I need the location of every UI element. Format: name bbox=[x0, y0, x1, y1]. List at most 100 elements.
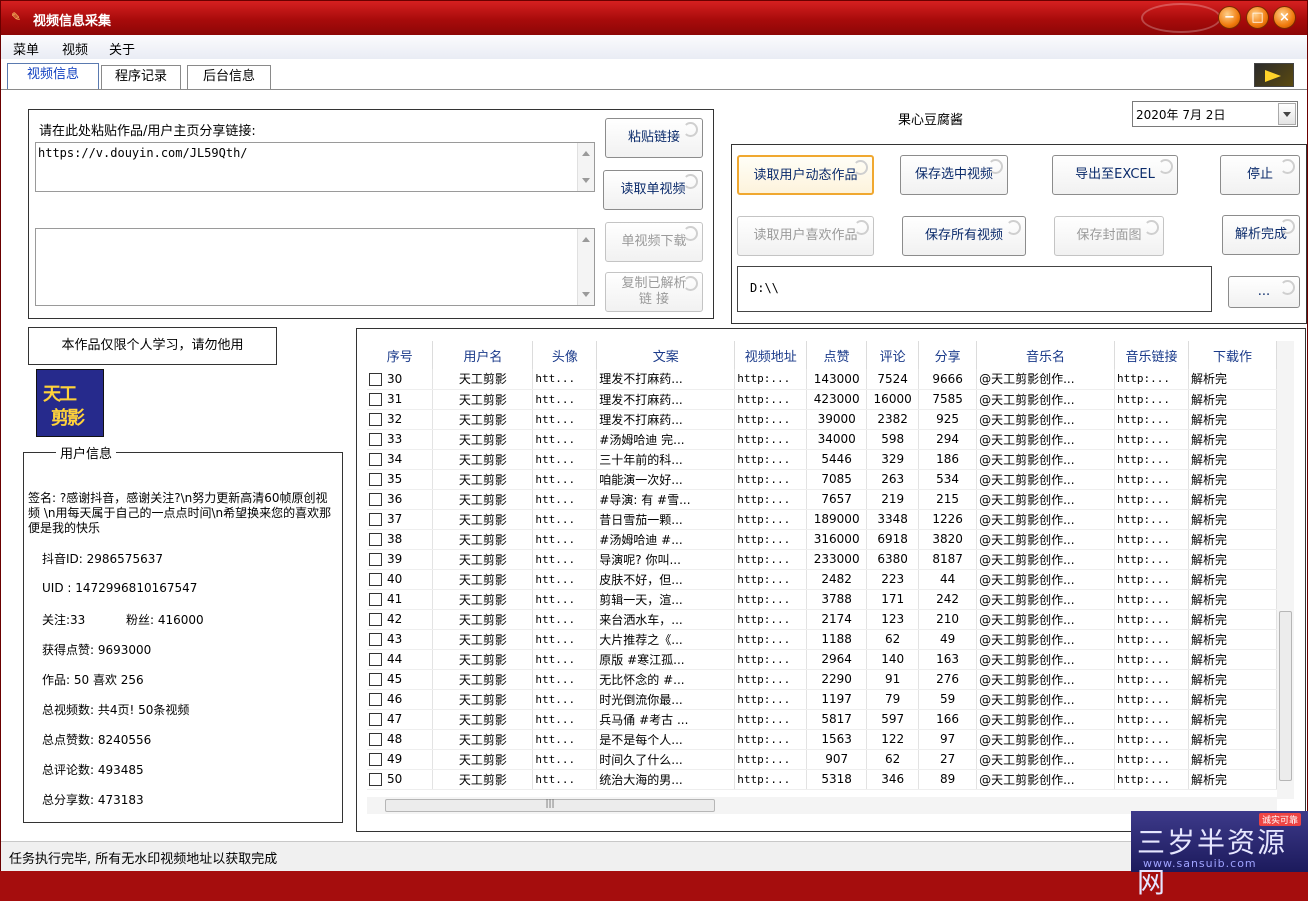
grid-header-cell[interactable]: 头像 bbox=[532, 341, 598, 369]
grid-header-cell[interactable]: 点赞 bbox=[806, 341, 868, 369]
table-cell: 统治大海的男... bbox=[596, 769, 736, 790]
table-row[interactable]: 37 天工剪影 htt... 昔日雪茄一颗... http:... 189000 3348 1… bbox=[367, 509, 1277, 530]
grid-header-cell[interactable]: 评论 bbox=[866, 341, 920, 369]
table-row[interactable]: 34 天工剪影 htt... 三十年前的科... http:... 5446 329 186 @… bbox=[367, 449, 1277, 470]
row-checkbox[interactable] bbox=[369, 473, 382, 486]
row-checkbox[interactable] bbox=[369, 493, 382, 506]
row-checkbox[interactable] bbox=[369, 533, 382, 546]
grid-header-cell[interactable]: 音乐名 bbox=[976, 341, 1116, 369]
grid-vscroll-thumb[interactable] bbox=[1279, 611, 1292, 781]
table-row[interactable]: 35 天工剪影 htt... 咱能演一次好... http:... 7085 263 534 @… bbox=[367, 469, 1277, 490]
row-checkbox[interactable] bbox=[369, 673, 382, 686]
link-textarea[interactable]: https://v.douyin.com/JL59Qth/ bbox=[35, 142, 595, 192]
table-cell: 天工剪影 bbox=[432, 569, 534, 590]
menu-item-about[interactable]: 关于 bbox=[109, 39, 135, 58]
menu-item-video[interactable]: 视频 bbox=[62, 39, 88, 58]
row-checkbox[interactable] bbox=[369, 372, 382, 386]
save-path-field[interactable]: D:\\ bbox=[737, 266, 1212, 312]
close-button[interactable]: × bbox=[1273, 6, 1296, 29]
table-row[interactable]: 32 天工剪影 htt... 理发不打麻药... http:... 39000 2382 92… bbox=[367, 409, 1277, 430]
minimize-button[interactable]: − bbox=[1218, 6, 1241, 29]
row-checkbox[interactable] bbox=[369, 453, 382, 466]
table-row[interactable]: 30 天工剪影 htt... 理发不打麻药... http:... 143000 7524 9… bbox=[367, 369, 1277, 390]
table-cell: 解析完 bbox=[1188, 529, 1277, 550]
row-checkbox[interactable] bbox=[369, 433, 382, 446]
tab-backend-info[interactable]: 后台信息 bbox=[187, 65, 271, 89]
save-all-videos-button[interactable]: 保存所有视频 bbox=[902, 216, 1026, 256]
row-checkbox[interactable] bbox=[369, 613, 382, 626]
date-dropdown-icon[interactable] bbox=[1278, 103, 1296, 125]
row-checkbox[interactable] bbox=[369, 693, 382, 706]
row-checkbox[interactable] bbox=[369, 513, 382, 526]
table-cell: #汤姆哈迪 #... bbox=[596, 529, 736, 550]
grid-header-cell[interactable]: 视频地址 bbox=[734, 341, 808, 369]
row-checkbox[interactable] bbox=[369, 573, 382, 586]
grid-header-cell[interactable]: 下载作 bbox=[1188, 341, 1277, 369]
table-row[interactable]: 39 天工剪影 htt... 导演呢? 你叫... http:... 233000 6380… bbox=[367, 549, 1277, 570]
row-checkbox[interactable] bbox=[369, 633, 382, 646]
row-checkbox[interactable] bbox=[369, 733, 382, 746]
row-index: 48 bbox=[387, 732, 403, 746]
table-row[interactable]: 43 天工剪影 htt... 大片推荐之《... http:... 1188 62 49 @天工… bbox=[367, 629, 1277, 650]
grid-header-cell[interactable]: 分享 bbox=[918, 341, 978, 369]
export-excel-button[interactable]: 导出至EXCEL bbox=[1052, 155, 1178, 195]
table-cell: @天工剪影创作... bbox=[976, 549, 1116, 570]
stop-button[interactable]: 停止 bbox=[1220, 155, 1300, 195]
paste-link-button[interactable]: 粘贴链接 bbox=[605, 118, 703, 158]
table-cell: http:... bbox=[1114, 549, 1189, 570]
grid-header-cell[interactable]: 用户名 bbox=[432, 341, 534, 369]
table-row[interactable]: 40 天工剪影 htt... 皮肤不好，但... http:... 2482 223 44 @天… bbox=[367, 569, 1277, 590]
save-selected-videos-button[interactable]: 保存选中视频 bbox=[900, 155, 1008, 195]
parsed-output-textarea[interactable] bbox=[35, 228, 595, 306]
table-row[interactable]: 36 天工剪影 htt... #导演: 有 #雪... http:... 7657 219 2… bbox=[367, 489, 1277, 510]
row-checkbox[interactable] bbox=[369, 773, 382, 786]
table-row[interactable]: 46 天工剪影 htt... 时光倒流你最... http:... 1197 79 59 @天工… bbox=[367, 689, 1277, 710]
copy-parsed-link-button[interactable]: 复制已解析 链 接 bbox=[605, 272, 703, 312]
table-row[interactable]: 33 天工剪影 htt... #汤姆哈迪 完... http:... 34000 598 29… bbox=[367, 429, 1277, 450]
tab-program-log[interactable]: 程序记录 bbox=[101, 65, 181, 89]
table-cell: 理发不打麻药... bbox=[596, 409, 736, 430]
table-row[interactable]: 45 天工剪影 htt... 无比怀念的 #... http:... 2290 91 276 @… bbox=[367, 669, 1277, 690]
table-row[interactable]: 48 天工剪影 htt... 是不是每个人... http:... 1563 122 97 @天… bbox=[367, 729, 1277, 750]
parse-done-button[interactable]: 解析完成 bbox=[1222, 215, 1300, 255]
read-user-posts-button[interactable]: 读取用户动态作品 bbox=[737, 155, 874, 195]
row-checkbox[interactable] bbox=[369, 713, 382, 726]
date-picker[interactable]: 2020年 7月 2日 bbox=[1132, 101, 1298, 127]
maximize-button[interactable]: □ bbox=[1246, 6, 1269, 29]
grid-header-cell[interactable]: 音乐链接 bbox=[1114, 341, 1189, 369]
table-row[interactable]: 38 天工剪影 htt... #汤姆哈迪 #... http:... 316000 6918… bbox=[367, 529, 1277, 550]
row-checkbox[interactable] bbox=[369, 593, 382, 606]
grid-header-cell[interactable]: 文案 bbox=[596, 341, 736, 369]
table-row[interactable]: 50 天工剪影 htt... 统治大海的男... http:... 5318 346 89 @天… bbox=[367, 769, 1277, 790]
grid-hscroll-thumb[interactable]: ||| bbox=[385, 799, 715, 812]
table-row[interactable]: 44 天工剪影 htt... 原版 #寒江孤... http:... 2964 140 163… bbox=[367, 649, 1277, 670]
table-row[interactable]: 31 天工剪影 htt... 理发不打麻药... http:... 423000 16000… bbox=[367, 389, 1277, 410]
table-cell: 解析完 bbox=[1188, 609, 1277, 630]
grid-header-cell[interactable]: 序号 bbox=[367, 341, 434, 369]
row-checkbox[interactable] bbox=[369, 553, 382, 566]
table-row[interactable]: 49 天工剪影 htt... 时间久了什么... http:... 907 62 27 @天工剪… bbox=[367, 749, 1277, 770]
save-cover-button[interactable]: 保存封面图 bbox=[1054, 216, 1164, 256]
table-row[interactable]: 42 天工剪影 htt... 来台洒水车，... http:... 2174 123 210 @… bbox=[367, 609, 1277, 630]
read-single-video-button[interactable]: 读取单视频 bbox=[603, 170, 703, 210]
read-user-likes-button[interactable]: 读取用户喜欢作品 bbox=[737, 216, 874, 256]
browse-button[interactable]: ... bbox=[1228, 276, 1300, 308]
row-checkbox[interactable] bbox=[369, 393, 382, 406]
video-grid[interactable]: 序号 用户名 头像 文案 视频地址 点赞 评论 分享 音乐名 音乐链接 下载作 30 天工剪影 htt.… bbox=[367, 341, 1277, 797]
link-textarea-scrollbar[interactable] bbox=[577, 143, 594, 191]
row-checkbox[interactable] bbox=[369, 413, 382, 426]
table-cell: http:... bbox=[1114, 669, 1189, 690]
grid-vertical-scrollbar[interactable] bbox=[1277, 341, 1294, 799]
grid-header-row: 序号 用户名 头像 文案 视频地址 点赞 评论 分享 音乐名 音乐链接 下载作 bbox=[367, 341, 1277, 369]
table-cell: http:... bbox=[1114, 689, 1189, 710]
table-row[interactable]: 47 天工剪影 htt... 兵马俑 #考古 ... http:... 5817 597 16… bbox=[367, 709, 1277, 730]
title-bar[interactable]: ✎ 视频信息采集 − □ × bbox=[1, 1, 1307, 35]
menu-item-menu[interactable]: 菜单 bbox=[13, 39, 39, 58]
output-textarea-scrollbar[interactable] bbox=[577, 229, 594, 305]
tab-video-info[interactable]: 视频信息 bbox=[7, 63, 99, 89]
table-row[interactable]: 41 天工剪影 htt... 剪辑一天，渲... http:... 3788 171 242 @… bbox=[367, 589, 1277, 610]
table-cell: 天工剪影 bbox=[432, 409, 534, 430]
row-checkbox[interactable] bbox=[369, 753, 382, 766]
row-checkbox[interactable] bbox=[369, 653, 382, 666]
download-single-video-button[interactable]: 单视频下载 bbox=[605, 222, 703, 262]
